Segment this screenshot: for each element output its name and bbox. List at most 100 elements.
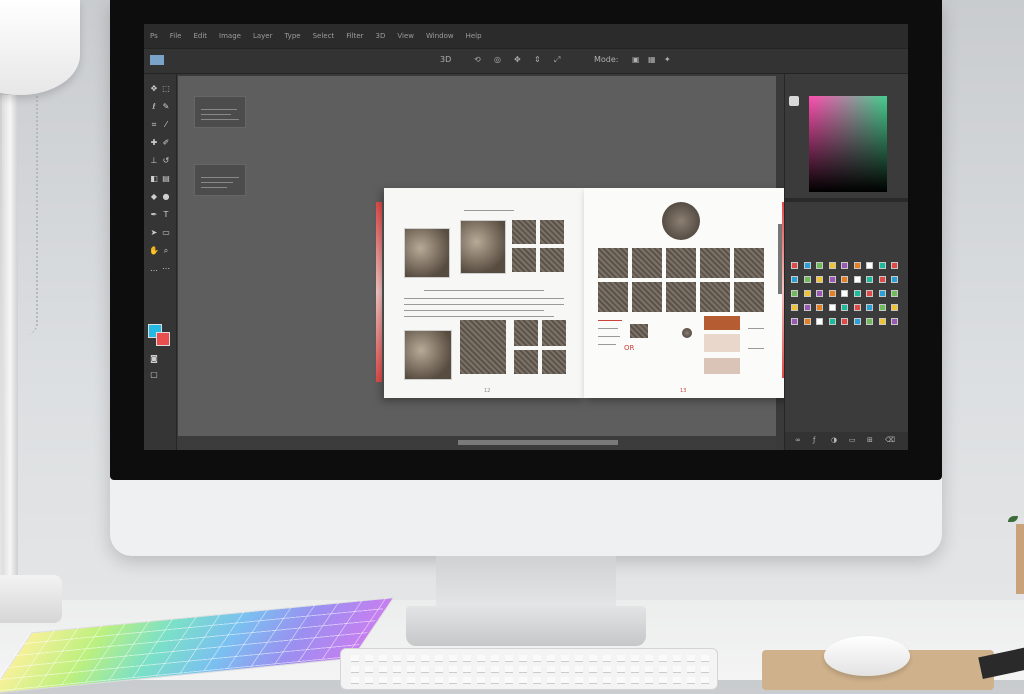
texture-tile[interactable]: [632, 282, 662, 312]
color-swatch[interactable]: [828, 290, 836, 297]
texture-tile[interactable]: [666, 282, 696, 312]
color-picker-icon[interactable]: [789, 96, 799, 106]
color-swatch[interactable]: [791, 304, 798, 311]
menu-help[interactable]: Help: [466, 32, 482, 40]
mask-icon[interactable]: ◑: [831, 436, 837, 444]
color-swatch[interactable]: [841, 276, 848, 283]
marquee-icon[interactable]: ⬚: [161, 84, 171, 94]
color-swatch[interactable]: [853, 276, 861, 283]
texture-tile[interactable]: [514, 350, 538, 374]
round-texture-photo[interactable]: [662, 202, 700, 240]
color-swatch[interactable]: [866, 276, 873, 283]
color-swatch[interactable]: [878, 290, 886, 297]
texture-tile[interactable]: [734, 282, 764, 312]
path-select-icon[interactable]: ➤: [149, 228, 159, 238]
folder-icon[interactable]: ▭: [849, 436, 856, 444]
texture-photo-1[interactable]: [404, 228, 450, 278]
light-icon[interactable]: ✦: [664, 55, 671, 64]
shape-icon[interactable]: ▭: [161, 228, 171, 238]
slide-3d-icon[interactable]: ⇕: [534, 55, 541, 64]
magazine-spread[interactable]: 12 OR 13: [376, 188, 790, 398]
color-swatch[interactable]: [841, 318, 848, 325]
background-color-swatch[interactable]: [156, 332, 170, 346]
vertical-scrollbar[interactable]: [778, 224, 782, 294]
new-layer-icon[interactable]: ⊞: [867, 436, 873, 444]
color-swatch[interactable]: [891, 318, 898, 325]
floating-panel-info[interactable]: [194, 164, 246, 196]
pen-icon[interactable]: ✒: [149, 210, 159, 220]
color-swatch[interactable]: [866, 262, 873, 269]
drag-3d-icon[interactable]: ✥: [514, 55, 521, 64]
menu-3d[interactable]: 3D: [376, 32, 386, 40]
texture-photo-3[interactable]: [404, 330, 452, 380]
color-swatch[interactable]: [791, 262, 798, 269]
move-icon[interactable]: ✥: [149, 84, 159, 94]
color-swatch[interactable]: [803, 276, 811, 283]
color-swatch[interactable]: [816, 290, 823, 297]
texture-tile[interactable]: [514, 320, 538, 346]
type-icon[interactable]: T: [161, 210, 171, 220]
texture-tile[interactable]: [632, 248, 662, 278]
color-swatch[interactable]: [816, 262, 823, 269]
floating-panel-navigator[interactable]: [194, 96, 246, 128]
menu-image[interactable]: Image: [219, 32, 241, 40]
menu-edit[interactable]: Edit: [193, 32, 207, 40]
color-swatch[interactable]: [891, 304, 898, 311]
menu-view[interactable]: View: [397, 32, 414, 40]
blur-icon[interactable]: ◆: [149, 192, 159, 202]
roll-3d-icon[interactable]: ◎: [494, 55, 501, 64]
color-swatch[interactable]: [791, 290, 798, 297]
texture-tile[interactable]: [540, 248, 564, 272]
lasso-icon[interactable]: ℓ: [149, 102, 159, 112]
color-swatch[interactable]: [816, 318, 823, 325]
leather-swatch[interactable]: [704, 316, 740, 330]
healing-icon[interactable]: ✚: [149, 138, 159, 148]
hand-icon[interactable]: ✋: [149, 246, 159, 256]
fabric-swatch-2[interactable]: [704, 358, 740, 374]
texture-tile[interactable]: [700, 282, 730, 312]
texture-tile[interactable]: [630, 324, 648, 338]
color-swatch[interactable]: [878, 276, 886, 283]
scale-3d-icon[interactable]: ⤢: [554, 55, 560, 65]
texture-tile[interactable]: [542, 350, 566, 374]
quick-select-icon[interactable]: ✎: [161, 102, 171, 112]
color-swatch[interactable]: [878, 318, 886, 325]
texture-tile[interactable]: [700, 248, 730, 278]
color-swatch[interactable]: [816, 276, 823, 283]
color-swatch[interactable]: [841, 262, 848, 269]
menu-type[interactable]: Type: [285, 32, 301, 40]
texture-tile[interactable]: [734, 248, 764, 278]
menu-file[interactable]: File: [170, 32, 182, 40]
color-swatch[interactable]: [841, 290, 848, 297]
rotate-3d-icon[interactable]: ⟲: [474, 55, 481, 64]
document-canvas[interactable]: 12 OR 13: [178, 76, 790, 436]
stamp-icon[interactable]: ⊥: [149, 156, 159, 166]
menu-filter[interactable]: Filter: [346, 32, 363, 40]
color-spectrum-field[interactable]: [809, 96, 887, 192]
texture-tile[interactable]: [512, 248, 536, 272]
menu-select[interactable]: Select: [313, 32, 335, 40]
color-swatch[interactable]: [828, 304, 836, 311]
brush-icon[interactable]: ✐: [161, 138, 171, 148]
texture-tile[interactable]: [666, 248, 696, 278]
color-swatch[interactable]: [878, 304, 886, 311]
color-swatch[interactable]: [803, 304, 811, 311]
edit-toolbar-icon[interactable]: ⋯: [161, 264, 171, 274]
history-brush-icon[interactable]: ↺: [161, 156, 171, 166]
texture-tile[interactable]: [598, 282, 628, 312]
color-swatch[interactable]: [828, 318, 836, 325]
color-swatch[interactable]: [803, 290, 811, 297]
trash-icon[interactable]: ⌫: [885, 436, 895, 444]
texture-tile[interactable]: [540, 220, 564, 244]
color-swatch[interactable]: [828, 276, 836, 283]
right-page[interactable]: OR 13: [584, 188, 790, 398]
extra-tools-icon[interactable]: …: [149, 264, 159, 274]
gradient-icon[interactable]: ▤: [161, 174, 171, 184]
color-swatch[interactable]: [853, 318, 861, 325]
grid-icon[interactable]: ▦: [648, 55, 656, 64]
color-swatch[interactable]: [816, 304, 823, 311]
texture-photo-4[interactable]: [460, 320, 506, 374]
color-swatch[interactable]: [828, 262, 836, 269]
fx-icon[interactable]: ƒ: [813, 436, 815, 444]
eyedropper-icon[interactable]: ⁄: [161, 120, 171, 130]
